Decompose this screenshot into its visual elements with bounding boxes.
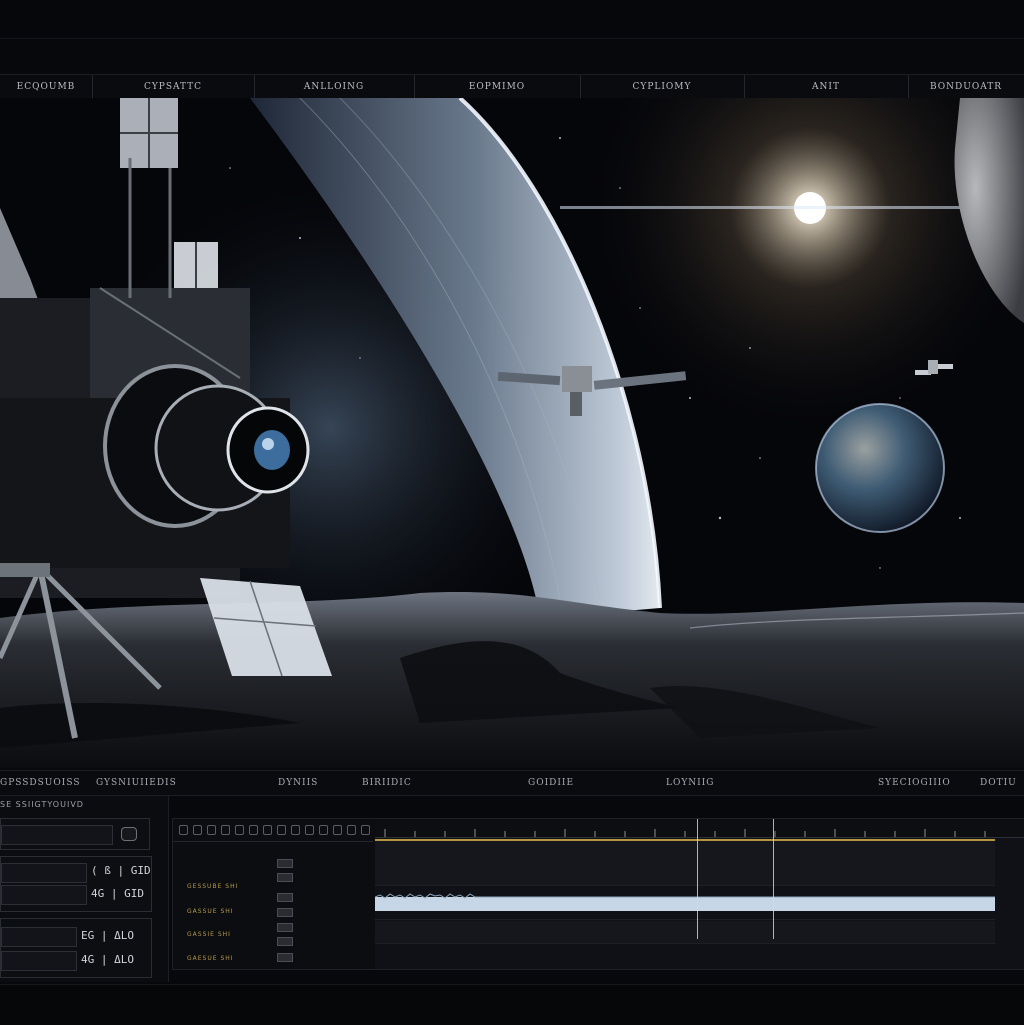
status-bar bbox=[0, 984, 1024, 1025]
tab-bonduoatr[interactable]: BONDUOATR bbox=[908, 75, 1024, 99]
track-name: GESSUBE SHI bbox=[187, 883, 239, 890]
track-label[interactable]: GOIDIIE bbox=[528, 771, 574, 795]
track-toggle[interactable] bbox=[277, 908, 293, 917]
tab-cypliomy[interactable]: CYPLIOMY bbox=[580, 75, 745, 99]
ruler-ticks bbox=[384, 829, 986, 837]
tool-icon[interactable] bbox=[361, 825, 370, 835]
track-label[interactable]: SYECIOGIIIO bbox=[878, 771, 951, 795]
tool-icon[interactable] bbox=[305, 825, 314, 835]
time-ruler[interactable] bbox=[375, 819, 1024, 838]
panel-input[interactable] bbox=[1, 825, 113, 845]
tab-anlloing[interactable]: ANLLOING bbox=[254, 75, 415, 99]
panel-input[interactable] bbox=[1, 863, 87, 883]
tool-icon[interactable] bbox=[235, 825, 244, 835]
audio-lane[interactable] bbox=[375, 921, 995, 944]
panel-input[interactable] bbox=[1, 951, 77, 971]
tab-eopmimo[interactable]: EOPMIMO bbox=[414, 75, 581, 99]
tool-icon[interactable] bbox=[319, 825, 328, 835]
inspector-panel: SE SSIIGTYOUIVD ( ß | GID 4G | GID EG | … bbox=[0, 796, 169, 982]
panel-input[interactable] bbox=[1, 885, 87, 905]
timeline-toolbar bbox=[173, 819, 373, 842]
track-toggle[interactable] bbox=[277, 893, 293, 902]
panel-value: 4G | ΔLO bbox=[81, 953, 134, 966]
marker-line[interactable] bbox=[773, 819, 774, 939]
audio-waveform bbox=[374, 893, 995, 911]
panel-value: EG | ΔLO bbox=[81, 929, 134, 942]
tool-icon[interactable] bbox=[207, 825, 216, 835]
panel-value: 4G | GID bbox=[91, 887, 144, 900]
top-menu-bar bbox=[0, 0, 1024, 39]
toggle-knob[interactable] bbox=[121, 827, 137, 841]
track-name: GASSUE SHI bbox=[187, 908, 234, 915]
track-label[interactable]: DYNIIS bbox=[278, 771, 318, 795]
track-label-bar: GPSSDSUOISS GYSNIUIIEDIS DYNIIS BIRIIDIC… bbox=[0, 770, 1024, 796]
track-label[interactable]: LOYNIIG bbox=[666, 771, 714, 795]
track-name: GAESUE SHI bbox=[187, 955, 234, 962]
tool-icon[interactable] bbox=[249, 825, 258, 835]
tab-anit[interactable]: ANIT bbox=[744, 75, 909, 99]
track-toggle[interactable] bbox=[277, 953, 293, 962]
panel-title: SE SSIIGTYOUIVD bbox=[0, 800, 84, 809]
tab-cypsattc[interactable]: CYPSATTC bbox=[92, 75, 255, 99]
tab-ecqoumb[interactable]: ECQOUMB bbox=[0, 75, 93, 99]
panel-input[interactable] bbox=[1, 927, 77, 947]
audio-lane[interactable] bbox=[374, 889, 995, 920]
video-lane[interactable] bbox=[375, 839, 995, 864]
space-scene bbox=[0, 98, 1024, 768]
timeline-area[interactable] bbox=[374, 819, 1024, 969]
panel-row-1 bbox=[0, 818, 150, 850]
panel-value: ( ß | GID bbox=[91, 864, 151, 877]
playhead[interactable] bbox=[697, 819, 698, 939]
panel-row-3: EG | ΔLO 4G | ΔLO bbox=[0, 918, 152, 978]
track-toggle[interactable] bbox=[277, 937, 293, 946]
panel-row-2: ( ß | GID 4G | GID bbox=[0, 856, 152, 912]
tool-icon[interactable] bbox=[263, 825, 272, 835]
tool-icon[interactable] bbox=[193, 825, 202, 835]
video-lane[interactable] bbox=[375, 863, 995, 886]
preview-viewer[interactable] bbox=[0, 98, 1024, 768]
track-toggle[interactable] bbox=[277, 923, 293, 932]
timeline-panel: GESSUBE SHI GASSUE SHI GASSIE SHI GAESUE… bbox=[172, 818, 1024, 970]
track-toggle[interactable] bbox=[277, 859, 293, 868]
track-label[interactable]: GPSSDSUOISS bbox=[0, 771, 81, 795]
track-label[interactable]: DOTIU bbox=[980, 771, 1017, 795]
track-label[interactable]: BIRIIDIC bbox=[362, 771, 412, 795]
track-toggle[interactable] bbox=[277, 873, 293, 882]
track-label[interactable]: GYSNIUIIEDIS bbox=[96, 771, 177, 795]
tab-bar: ECQOUMB CYPSATTC ANLLOING EOPMIMO CYPLIO… bbox=[0, 74, 1024, 100]
tool-icon[interactable] bbox=[291, 825, 300, 835]
tool-icon[interactable] bbox=[333, 825, 342, 835]
tool-icon[interactable] bbox=[347, 825, 356, 835]
tool-icon[interactable] bbox=[221, 825, 230, 835]
track-name: GASSIE SHI bbox=[187, 931, 231, 938]
tool-icon[interactable] bbox=[179, 825, 188, 835]
tool-icon[interactable] bbox=[277, 825, 286, 835]
